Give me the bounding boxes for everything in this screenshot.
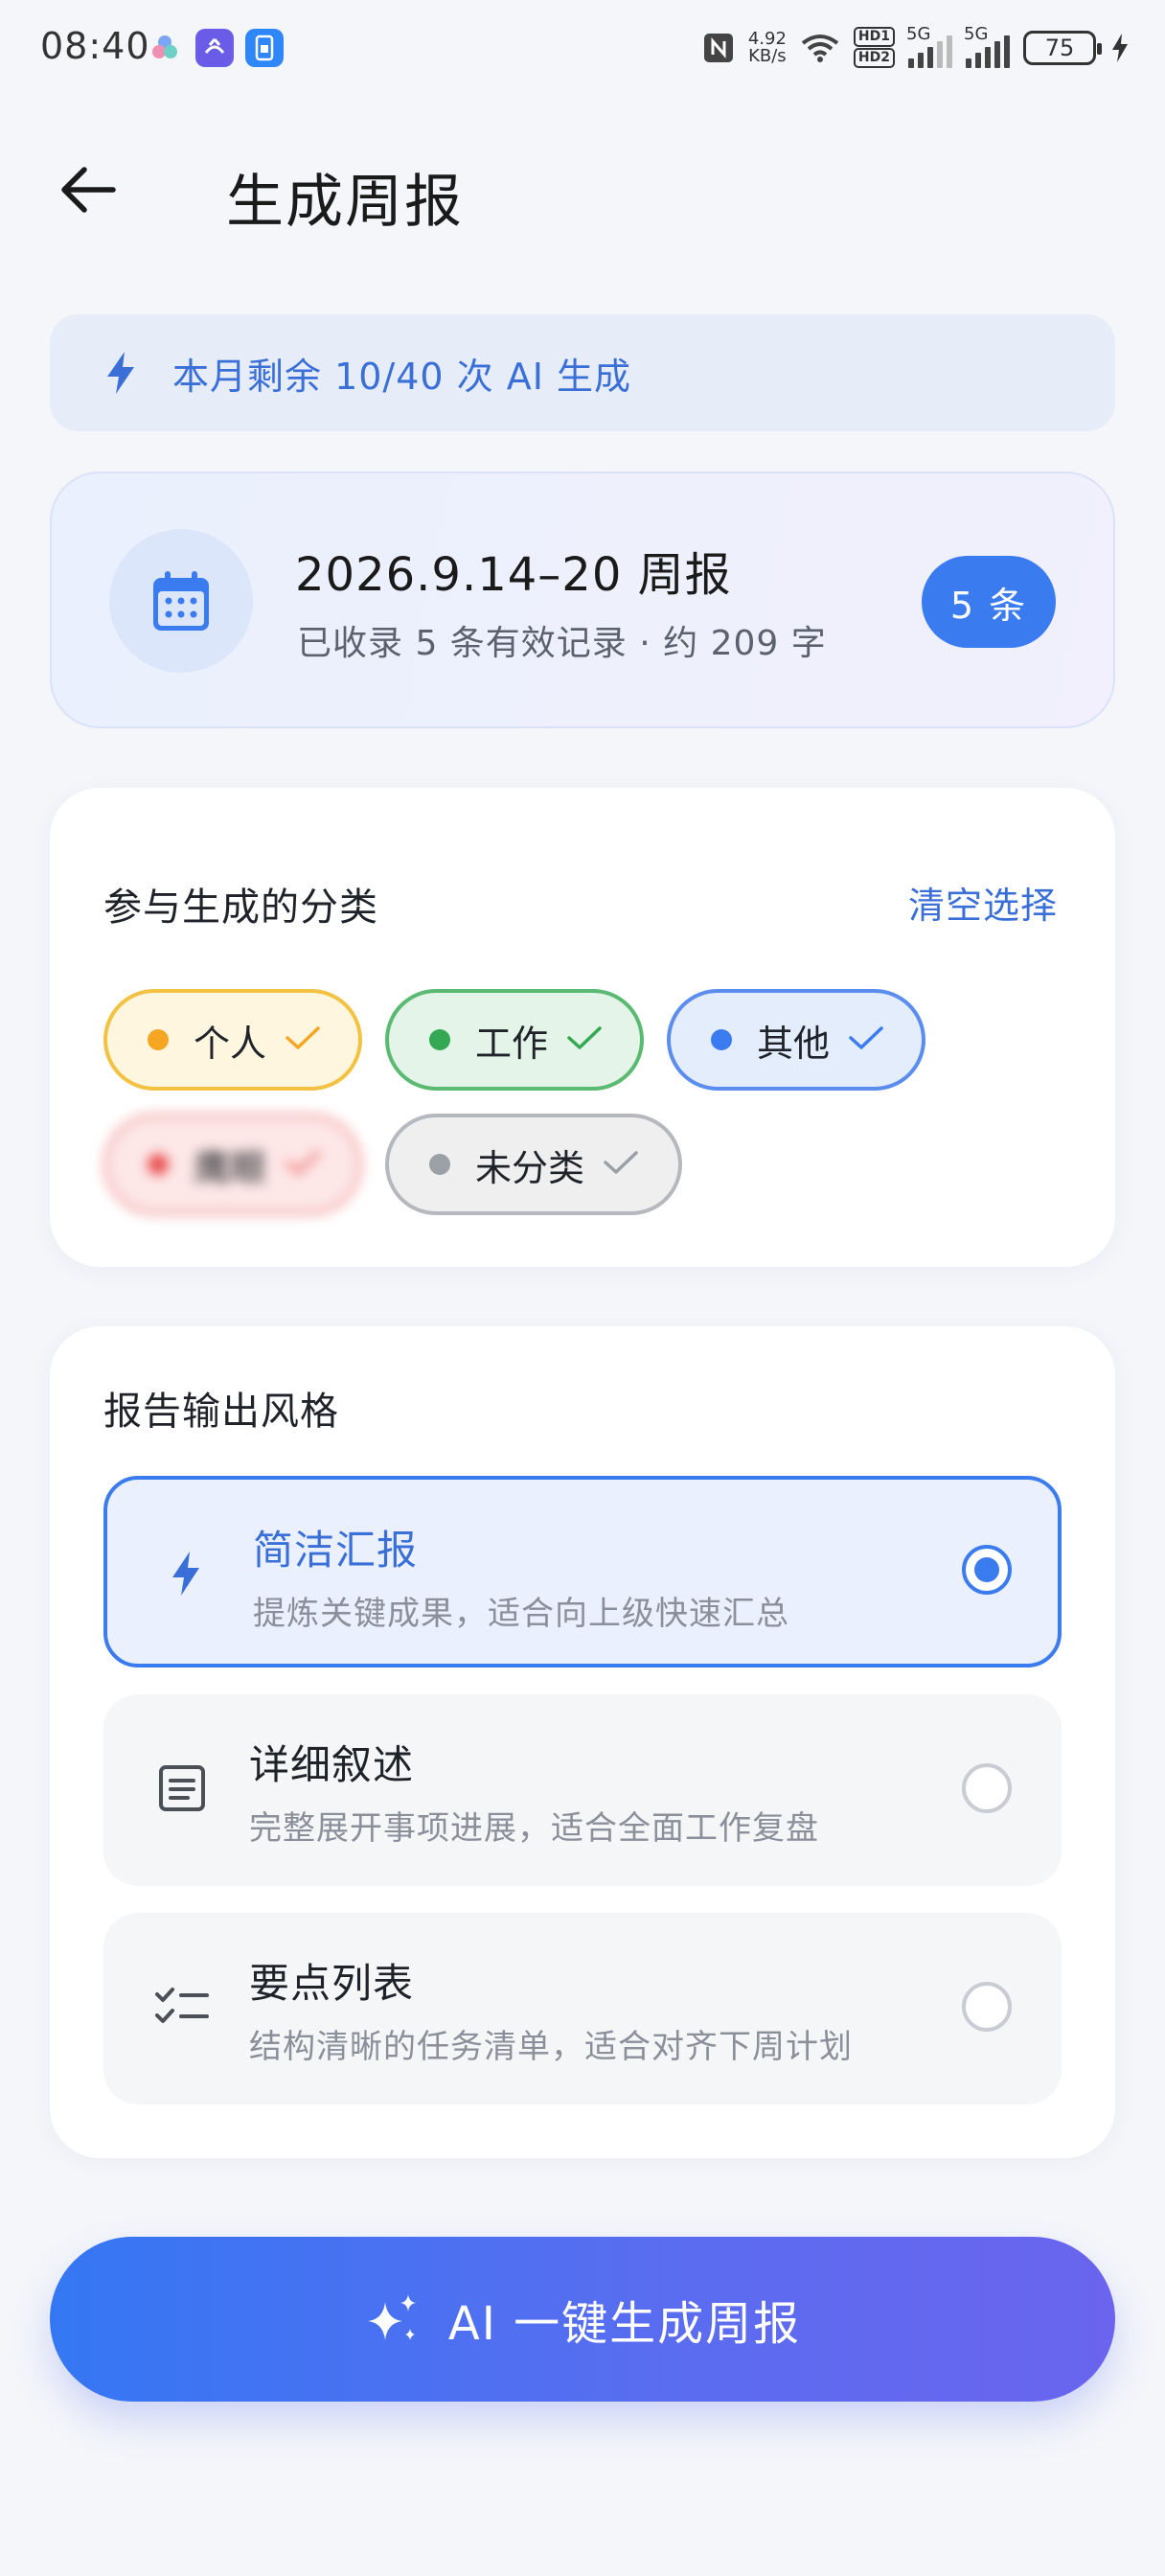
category-card: 参与生成的分类 清空选择 个人 工作 其他 鹰眼 未分类 [50, 788, 1115, 1267]
status-bar: 08:40 4.92 KB/s HD1 HD2 5G 5G 75 [0, 0, 1165, 96]
charging-icon [1112, 33, 1128, 62]
calendar-badge [109, 529, 253, 673]
nfc-icon [703, 33, 733, 62]
option-radio[interactable] [962, 1545, 1012, 1595]
back-button[interactable] [54, 155, 123, 224]
signal-2-icon: 5G [964, 24, 1010, 68]
chip-label: 工作 [475, 1022, 549, 1065]
calendar-icon [153, 571, 209, 631]
status-time: 08:40 [40, 25, 150, 67]
category-chip-hawkeye[interactable]: 鹰眼 [103, 1114, 362, 1215]
chip-label: 其他 [757, 1022, 831, 1065]
signal-1-icon: 5G [906, 24, 952, 68]
clear-selection-button[interactable]: 清空选择 [908, 876, 1058, 929]
sparkle-icon [364, 2290, 422, 2348]
record-count-badge: 5 条 [922, 556, 1056, 648]
style-option-bullets[interactable]: 要点列表 结构清晰的任务清单，适合对齐下周计划 [103, 1913, 1062, 2104]
chip-label: 鹰眼 [194, 1146, 267, 1189]
generate-report-button[interactable]: AI 一键生成周报 [50, 2237, 1115, 2402]
page-title: 生成周报 [226, 169, 464, 236]
category-chip-uncategorized[interactable]: 未分类 [385, 1114, 682, 1215]
quota-text: 本月剩余 10/40 次 AI 生成 [172, 355, 632, 398]
network-speed: 4.92 KB/s [747, 28, 787, 66]
status-app-icons [146, 29, 284, 67]
option-title: 要点列表 [249, 1960, 415, 2007]
app-sim-icon [245, 29, 284, 67]
category-chip-other[interactable]: 其他 [667, 989, 925, 1091]
option-description: 完整展开事项进展，适合全面工作复盘 [249, 1809, 819, 1848]
battery-icon: 75 [1023, 30, 1102, 65]
arrow-left-icon [61, 167, 116, 213]
output-style-card: 报告输出风格 简洁汇报 提炼关键成果，适合向上级快速汇总 详细叙述 完整展开事项… [50, 1326, 1115, 2158]
category-section-title: 参与生成的分类 [103, 886, 378, 930]
status-indicators: 4.92 KB/s HD1 HD2 5G 5G 75 [702, 24, 1131, 68]
app-phone-icon [195, 29, 234, 67]
quota-banner: 本月剩余 10/40 次 AI 生成 [50, 314, 1115, 431]
generate-button-label: AI 一键生成周报 [447, 2297, 802, 2351]
check-icon [565, 1019, 604, 1061]
hd-badge: HD1 HD2 [853, 27, 895, 68]
category-dot [148, 1029, 169, 1050]
category-dot [429, 1029, 450, 1050]
option-title: 详细叙述 [249, 1741, 415, 1788]
category-dot [148, 1154, 169, 1175]
check-icon [602, 1143, 640, 1185]
category-chip-personal[interactable]: 个人 [103, 989, 362, 1091]
style-section-title: 报告输出风格 [103, 1390, 339, 1434]
bolt-icon [155, 1543, 217, 1604]
category-dot [429, 1154, 450, 1175]
option-description: 提炼关键成果，适合向上级快速汇总 [253, 1595, 789, 1633]
check-icon [284, 1143, 322, 1185]
check-icon [847, 1019, 885, 1061]
option-title: 简洁汇报 [253, 1527, 419, 1574]
week-subtitle: 已收录 5 条有效记录 · 约 209 字 [297, 624, 827, 663]
category-dot [711, 1029, 732, 1050]
checklist-icon [151, 1976, 213, 2037]
document-icon [151, 1758, 213, 1819]
check-icon [284, 1019, 322, 1061]
bolt-icon [107, 352, 134, 394]
week-summary-card: 2026.9.14–20 周报 已收录 5 条有效记录 · 约 209 字 5 … [50, 472, 1115, 728]
option-radio[interactable] [962, 1763, 1012, 1813]
category-chip-work[interactable]: 工作 [385, 989, 644, 1091]
wifi-icon [801, 34, 839, 62]
option-radio[interactable] [962, 1982, 1012, 2032]
option-description: 结构清晰的任务清单，适合对齐下周计划 [249, 2028, 853, 2066]
chip-label: 未分类 [475, 1146, 585, 1189]
app-notification-icon [146, 29, 184, 67]
week-title: 2026.9.14–20 周报 [295, 548, 732, 602]
chip-label: 个人 [194, 1022, 267, 1065]
style-option-detailed[interactable]: 详细叙述 完整展开事项进展，适合全面工作复盘 [103, 1694, 1062, 1886]
style-option-concise[interactable]: 简洁汇报 提炼关键成果，适合向上级快速汇总 [103, 1476, 1062, 1668]
